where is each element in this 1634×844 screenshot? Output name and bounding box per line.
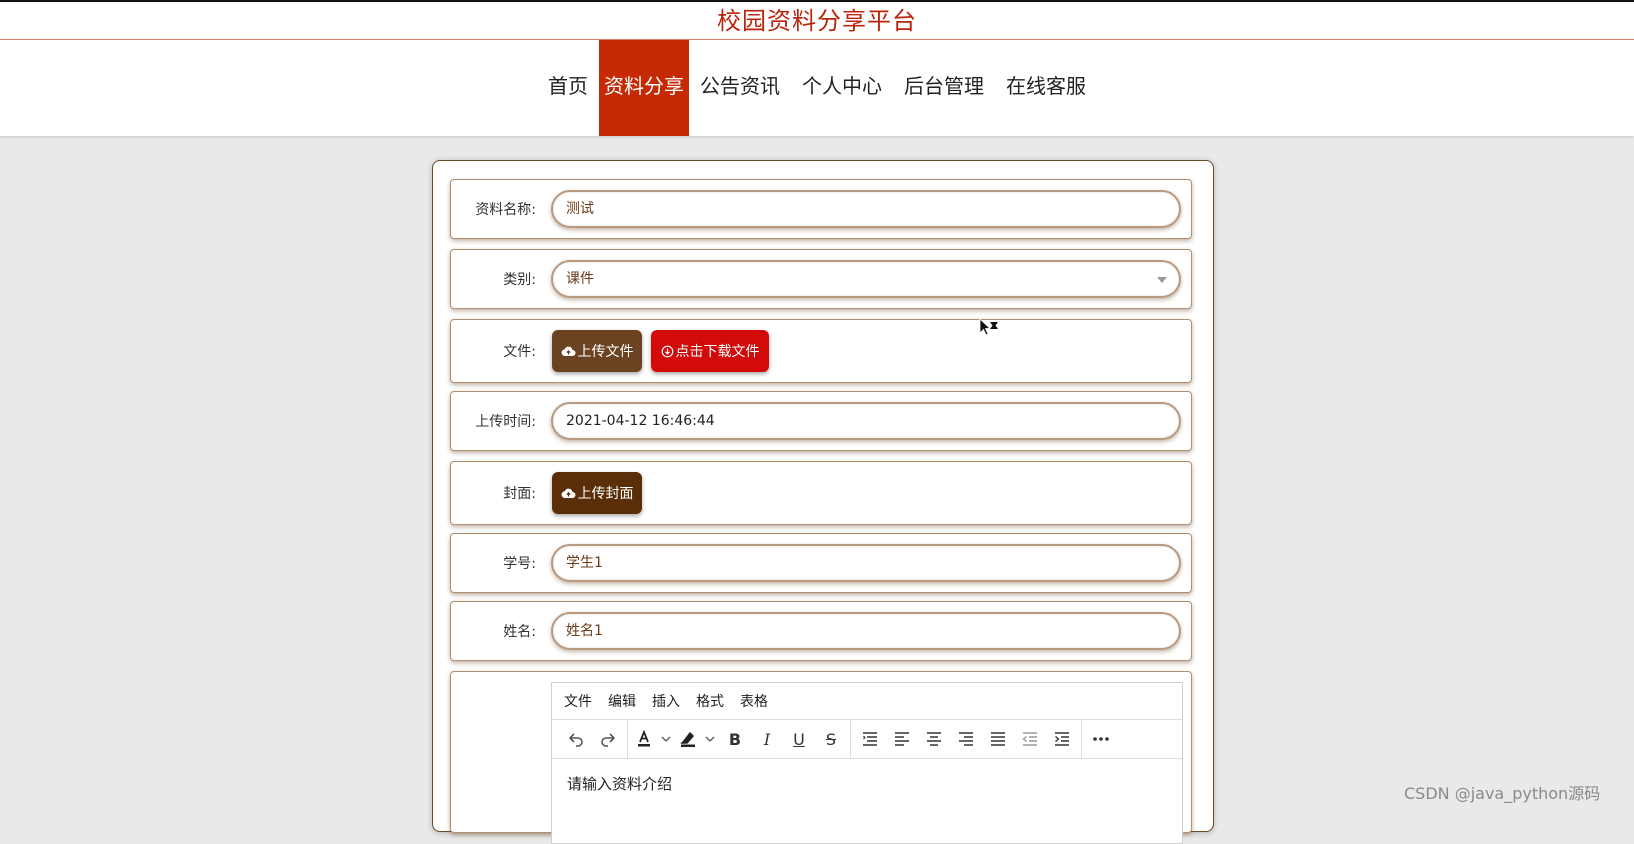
toolbar-divider [627, 720, 628, 758]
menu-insert[interactable]: 插入 [652, 691, 680, 711]
indent-icon[interactable] [1046, 724, 1078, 754]
form-row-cover: 封面: 上传封面 [450, 461, 1192, 525]
upload-cover-button[interactable]: 上传封面 [552, 472, 642, 514]
site-title: 校园资料分享平台 [717, 7, 917, 35]
editor-content[interactable]: 请输入资料介绍 [552, 759, 1182, 808]
align-justify-icon[interactable] [982, 724, 1014, 754]
strikethrough-icon[interactable]: S [815, 724, 847, 754]
category-value: 课件 [566, 271, 594, 287]
name-input[interactable]: 测试 [551, 190, 1181, 228]
student-name-input[interactable]: 姓名1 [551, 612, 1181, 650]
download-circle-icon [661, 345, 674, 358]
upload-time-label: 上传时间: [475, 414, 536, 430]
form-row-file: 文件: 上传文件 点击下载文件 [450, 319, 1192, 383]
menu-format[interactable]: 格式 [696, 691, 724, 711]
mouse-cursor-icon [979, 318, 1001, 342]
nav-item-home[interactable]: 首页 [537, 40, 599, 136]
upload-cover-label: 上传封面 [577, 486, 634, 502]
cover-label: 封面: [503, 486, 536, 502]
upload-file-button[interactable]: 上传文件 [552, 330, 642, 372]
more-icon[interactable] [1085, 724, 1117, 754]
top-header: 校园资料分享平台 首页 资料分享 公告资讯 个人中心 后台管理 在线客服 [0, 0, 1634, 136]
editor-menubar: 文件 编辑 插入 格式 表格 [552, 683, 1182, 720]
student-id-label: 学号: [503, 556, 536, 572]
align-right-icon[interactable] [950, 724, 982, 754]
nav-item-online-service[interactable]: 在线客服 [995, 40, 1097, 136]
download-file-label: 点击下载文件 [675, 344, 760, 360]
chevron-down-icon[interactable] [701, 724, 719, 754]
category-label: 类别: [503, 272, 536, 288]
menu-file[interactable]: 文件 [564, 691, 592, 711]
align-center-icon[interactable] [918, 724, 950, 754]
upload-file-label: 上传文件 [577, 344, 634, 360]
student-name-label: 姓名: [503, 624, 536, 640]
font-color-icon[interactable] [631, 724, 657, 754]
cloud-upload-icon [561, 487, 576, 499]
form-row-name: 资料名称: 测试 [450, 179, 1192, 239]
redo-icon[interactable] [592, 724, 624, 754]
italic-icon[interactable]: I [751, 724, 783, 754]
form-row-student-name: 姓名: 姓名1 [450, 601, 1192, 661]
nav-item-resource-share[interactable]: 资料分享 [599, 40, 689, 136]
main-nav: 首页 资料分享 公告资讯 个人中心 后台管理 在线客服 [0, 40, 1634, 136]
toolbar-divider [1081, 720, 1082, 758]
line-height-icon[interactable] [854, 724, 886, 754]
undo-icon[interactable] [560, 724, 592, 754]
bold-icon[interactable]: B [719, 724, 751, 754]
align-left-icon[interactable] [886, 724, 918, 754]
nav-item-personal-center[interactable]: 个人中心 [791, 40, 893, 136]
category-select[interactable]: 课件 [551, 260, 1181, 298]
menu-edit[interactable]: 编辑 [608, 691, 636, 711]
download-file-button[interactable]: 点击下载文件 [651, 330, 769, 372]
file-label: 文件: [503, 344, 536, 360]
chevron-down-icon[interactable] [657, 724, 675, 754]
cloud-upload-icon [561, 345, 576, 357]
rich-text-editor: 文件 编辑 插入 格式 表格 B I U S 请输入资料介绍 [551, 682, 1183, 844]
upload-time-input[interactable]: 2021-04-12 16:46:44 [551, 402, 1181, 440]
editor-toolbar: B I U S [552, 720, 1182, 759]
resource-form-card: 资料名称: 测试 类别: 课件 文件: 上传文件 点击下载文件 上传时间: 20… [432, 160, 1214, 844]
underline-icon[interactable]: U [783, 724, 815, 754]
nav-item-announcements[interactable]: 公告资讯 [689, 40, 791, 136]
form-row-description: 文件 编辑 插入 格式 表格 B I U S 请输入资料介绍 [450, 671, 1192, 844]
toolbar-divider [850, 720, 851, 758]
form-row-upload-time: 上传时间: 2021-04-12 16:46:44 [450, 391, 1192, 451]
highlight-icon[interactable] [675, 724, 701, 754]
nav-item-admin[interactable]: 后台管理 [893, 40, 995, 136]
name-label: 资料名称: [475, 202, 536, 218]
form-row-student-id: 学号: 学生1 [450, 533, 1192, 593]
outdent-icon[interactable] [1014, 724, 1046, 754]
chevron-down-icon [1157, 277, 1167, 283]
form-row-category: 类别: 课件 [450, 249, 1192, 309]
menu-table[interactable]: 表格 [740, 691, 768, 711]
watermark: CSDN @java_python源码 [1404, 784, 1601, 803]
student-id-input[interactable]: 学生1 [551, 544, 1181, 582]
